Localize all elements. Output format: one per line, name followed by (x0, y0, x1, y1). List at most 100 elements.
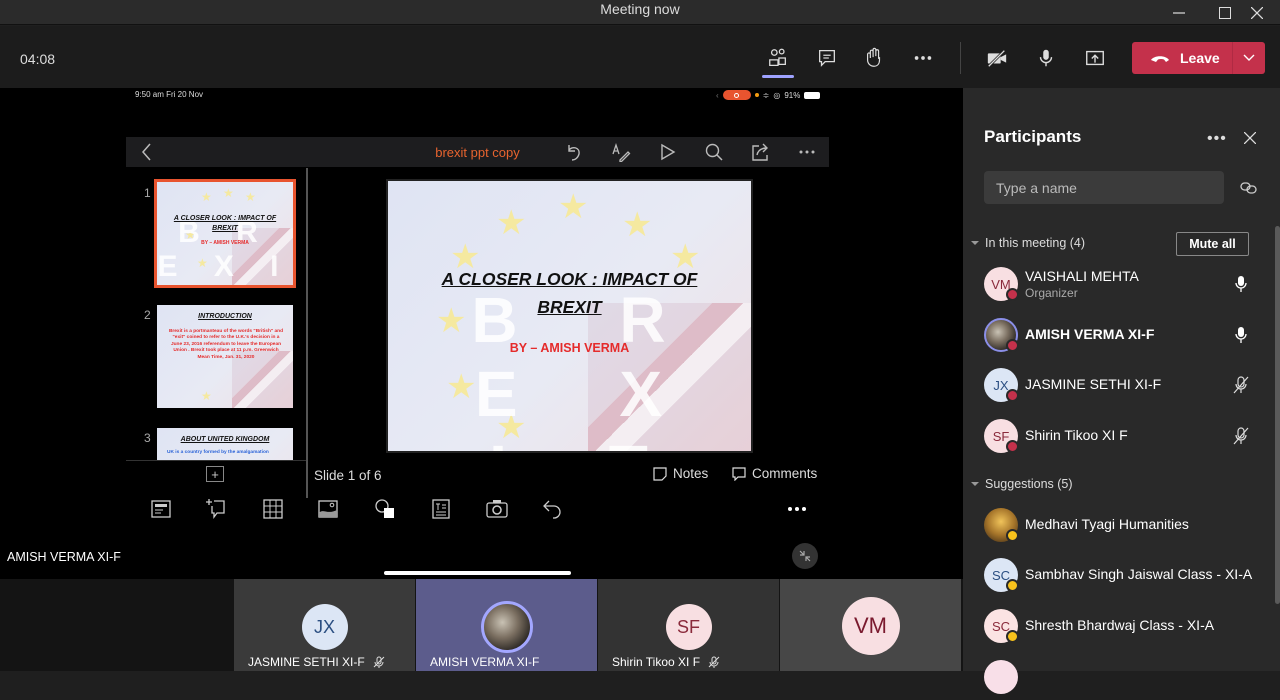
undo-insert-button[interactable] (540, 496, 566, 522)
table-button[interactable] (260, 496, 286, 522)
participant-search-input[interactable] (984, 171, 1224, 204)
presenter-name: AMISH VERMA XI-F (7, 550, 121, 564)
plus-icon: + (211, 466, 219, 482)
in-meeting-section-toggle[interactable]: In this meeting (4) (971, 236, 1085, 250)
participant-row[interactable]: SF Shirin Tikoo XI F (963, 413, 1263, 459)
layout-icon (151, 500, 171, 518)
minimize-icon (1173, 11, 1185, 14)
exit-fullscreen-button[interactable] (792, 543, 818, 569)
minimize-button[interactable] (1156, 0, 1202, 25)
participant-row[interactable]: VM VAISHALI MEHTA Organizer (963, 261, 1263, 307)
close-icon (1244, 132, 1256, 144)
panel-title: Participants (984, 127, 1082, 146)
add-slide-button[interactable]: + (206, 466, 224, 482)
raise-hand-button[interactable] (859, 44, 889, 72)
mic-muted-icon (708, 656, 720, 668)
mic-muted-icon (1233, 427, 1249, 445)
participant-row[interactable]: AMISH VERMA XI-F (963, 312, 1263, 358)
participant-tile[interactable]: VM (780, 579, 961, 671)
suggestions-section-toggle[interactable]: Suggestions (5) (971, 477, 1073, 491)
mute-all-button[interactable]: Mute all (1176, 232, 1249, 256)
more-options-button[interactable] (796, 141, 818, 163)
mic-muted-icon (1233, 376, 1249, 394)
more-icon (788, 507, 806, 511)
participant-tile[interactable]: JX JASMINE SETHI XI-F (234, 579, 415, 671)
shapes-button[interactable] (372, 496, 398, 522)
share-icon (752, 143, 768, 161)
avatar: JX (301, 604, 348, 650)
home-indicator (384, 571, 571, 575)
notes-button[interactable]: Notes (653, 466, 708, 481)
suggestion-row[interactable]: SC Shresth Bhardwaj Class - XI-A (963, 603, 1263, 649)
picture-icon (318, 500, 338, 518)
slide-thumbnails: 1 ★★★★★ B R E X I T A CLOSER LOOK : IMPA… (126, 168, 306, 460)
close-window-button[interactable] (1234, 0, 1280, 25)
participants-icon (769, 48, 786, 66)
new-comment-button[interactable] (203, 496, 229, 522)
hang-up-icon (1151, 56, 1169, 62)
camera-toggle-button[interactable] (982, 44, 1012, 72)
participant-row[interactable]: JX JASMINE SETHI XI-F (963, 362, 1263, 408)
thumbnail-title: ABOUT UNITED KINGDOM (180, 436, 270, 443)
suggestion-row-partial[interactable] (963, 654, 1263, 700)
share-screen-icon (1086, 50, 1104, 66)
wifi-icon: ≑ (762, 90, 770, 100)
textbox-button[interactable] (428, 496, 454, 522)
avatar: SF (665, 604, 712, 650)
maximize-icon (1219, 6, 1231, 19)
participant-name: AMISH VERMA XI-F (1025, 326, 1155, 342)
leave-button[interactable]: Leave (1132, 42, 1265, 74)
comments-button[interactable]: Comments (732, 466, 817, 481)
search-button[interactable] (703, 141, 725, 163)
draw-button[interactable] (610, 141, 632, 163)
suggestion-row[interactable]: Medhavi Tyagi Humanities (963, 502, 1263, 548)
mic-in-use-dot (754, 93, 759, 97)
thumbnail-slide-1[interactable]: ★★★★★ B R E X I T A CLOSER LOOK : IMPACT… (154, 179, 296, 288)
participants-button[interactable] (763, 44, 793, 72)
share-invite-link-icon[interactable] (1239, 180, 1259, 196)
current-slide[interactable]: ★ ★ ★ ★ ★ ★ ★ ★ B R E X I T A CLOSER LOO… (386, 179, 753, 453)
camera-insert-button[interactable] (484, 496, 510, 522)
thumbnail-divider (126, 460, 306, 461)
microphone-button[interactable] (1031, 44, 1061, 72)
share-screen-button[interactable] (1080, 44, 1110, 72)
more-actions-button[interactable] (908, 44, 938, 72)
panel-close-button[interactable] (1240, 128, 1260, 148)
more-icon: ••• (1207, 130, 1227, 147)
panel-more-button[interactable]: ••• (1207, 130, 1227, 148)
screen-recording-icon (722, 90, 751, 100)
pane-splitter[interactable] (306, 168, 308, 498)
thumbnail-slide-2[interactable]: ★ INTRODUCTION Brexit is a portmanteau o… (157, 305, 293, 408)
participant-name: VAISHALI MEHTA (1025, 268, 1139, 284)
window-titlebar: Meeting now (0, 0, 1280, 25)
chat-button[interactable] (812, 44, 842, 72)
more-tools-button[interactable] (784, 496, 810, 522)
picture-button[interactable] (315, 496, 341, 522)
thumbnail-slide-3[interactable]: ABOUT UNITED KINGDOM UK is a country for… (157, 428, 293, 460)
new-comment-icon (206, 499, 225, 519)
undo-button[interactable] (563, 141, 585, 163)
thumbnail-number: 1 (144, 186, 151, 200)
suggestion-row[interactable]: SC Sambhav Singh Jaiswal Class - XI-A (963, 552, 1263, 598)
share-button[interactable] (749, 141, 771, 163)
leave-main[interactable]: Leave (1132, 42, 1232, 74)
thumbnail-number: 3 (144, 431, 151, 445)
status-dnd-icon (1006, 339, 1019, 352)
camera-off-icon (987, 49, 1007, 68)
play-icon (661, 143, 676, 161)
layout-button[interactable] (148, 496, 174, 522)
panel-scrollbar[interactable] (1275, 226, 1280, 604)
device-status-time: 9:50 am Fri 20 Nov (135, 90, 204, 99)
play-button[interactable] (656, 141, 678, 163)
thumbnail-number: 2 (144, 308, 151, 322)
participant-role: Organizer (1025, 286, 1078, 300)
thumbnail-body: UK is a country formed by the amalgamati… (167, 450, 269, 455)
participant-tile-active-speaker[interactable]: AMISH VERMA XI-F (416, 579, 597, 671)
leave-options-button[interactable] (1232, 42, 1265, 74)
mic-muted-icon (373, 656, 385, 668)
status-busy-icon (1006, 440, 1019, 453)
avatar-photo (480, 601, 533, 653)
microphone-icon (1235, 327, 1247, 343)
participant-tile[interactable]: SF Shirin Tikoo XI F (598, 579, 779, 671)
microphone-icon (1039, 49, 1053, 67)
